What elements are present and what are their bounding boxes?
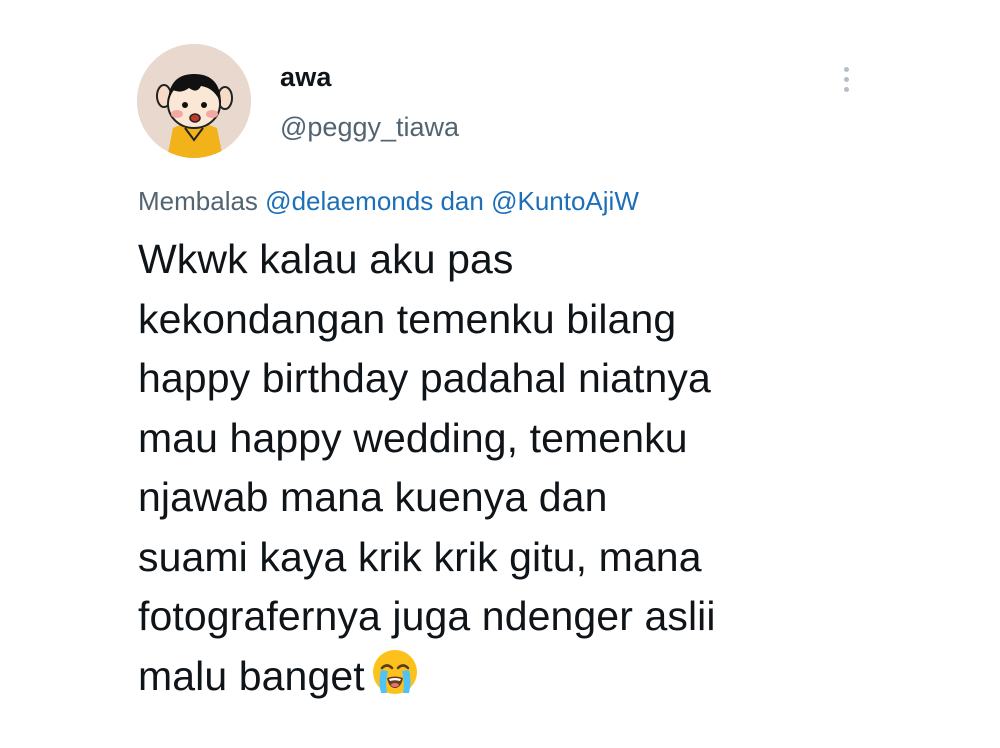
tweet-card[interactable]: awa @peggy_tiawa Membalas @delaemonds da… (0, 0, 1000, 748)
author-display-name[interactable]: awa (280, 62, 332, 93)
more-vertical-icon-dot (843, 86, 849, 92)
more-options-button[interactable] (832, 60, 860, 98)
tweet-text-line: suami kaya krik krik gitu, mana (138, 533, 702, 580)
cartoon-avatar-icon (137, 44, 251, 158)
replying-to-connector: dan (440, 186, 484, 216)
more-vertical-icon-dot (843, 76, 849, 82)
loudly-crying-face-icon (371, 648, 419, 713)
mention-link[interactable]: @delaemonds (265, 186, 433, 216)
tweet-text: Wkwk kalau aku pas kekondangan temenku b… (138, 230, 838, 712)
author-avatar[interactable] (137, 44, 251, 158)
tweet-text-line: njawab mana kuenya dan (138, 474, 608, 520)
replying-to: Membalas @delaemonds dan @KuntoAjiW (138, 186, 639, 217)
tweet-text-line: malu banget (138, 652, 365, 699)
author-handle[interactable]: @peggy_tiawa (280, 112, 459, 143)
tweet-text-line: happy birthday padahal niatnya (138, 355, 711, 401)
tweet-text-line: kekondangan temenku bilang (138, 295, 677, 342)
mention-link[interactable]: @KuntoAjiW (491, 186, 639, 216)
tweet-text-line: Wkwk kalau aku pas (138, 236, 514, 282)
tweet-text-last-line: malu banget (138, 647, 838, 713)
tweet-text-line: mau happy wedding, temenku (138, 414, 688, 461)
replying-to-label: Membalas (138, 186, 258, 216)
tweet-text-line: fotografernya juga ndenger aslii (138, 593, 716, 639)
more-vertical-icon (843, 66, 849, 72)
